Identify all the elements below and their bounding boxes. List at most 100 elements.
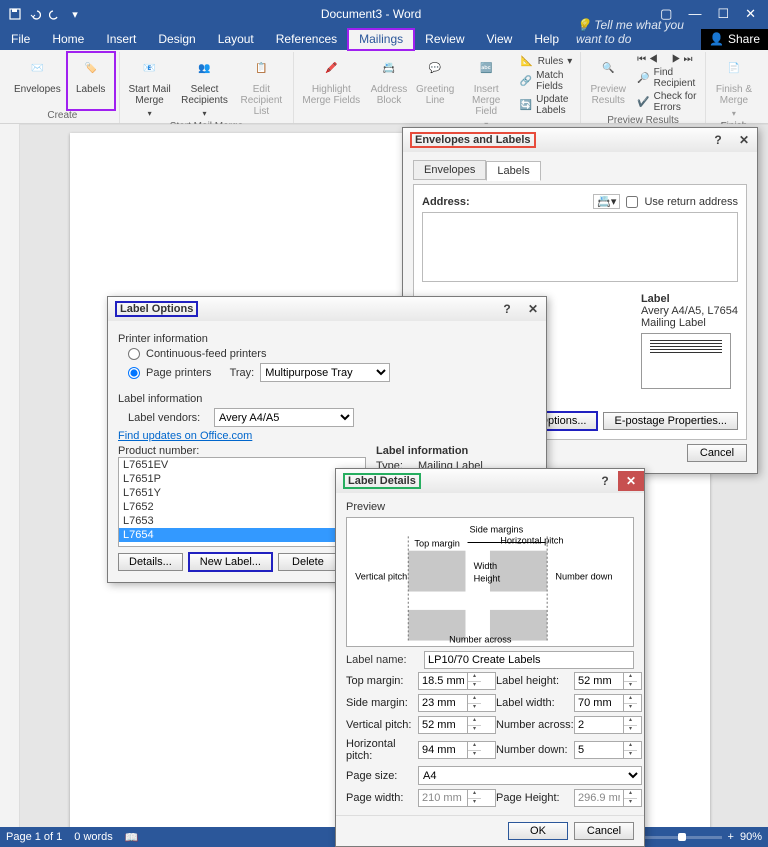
- product-item[interactable]: L7651P: [119, 472, 365, 486]
- side-margin-spinner[interactable]: ▴▾: [418, 694, 496, 712]
- zoom-slider[interactable]: [642, 836, 722, 839]
- edit-recipient-list-button: 📋Edit Recipient List: [234, 52, 290, 121]
- page-printers-radio[interactable]: [128, 367, 140, 379]
- ribbon: ✉️Envelopes 🏷️Labels Create 📧Start Mail …: [0, 50, 768, 124]
- merge-field-icon: 🔤: [472, 54, 500, 82]
- epostage-button[interactable]: E-postage Properties...: [603, 412, 738, 430]
- address-book-icon[interactable]: 📇▾: [593, 194, 620, 209]
- printer-info-label: Printer information: [118, 333, 536, 345]
- label-height-label: Label height:: [496, 675, 574, 687]
- env-cancel-button[interactable]: Cancel: [687, 444, 747, 462]
- vertical-pitch-label: Vertical pitch:: [346, 719, 418, 731]
- tray-select[interactable]: Multipurpose Tray: [260, 363, 390, 382]
- find-icon: 🔎: [637, 71, 649, 85]
- address-textarea[interactable]: [422, 212, 738, 282]
- save-icon[interactable]: [8, 7, 22, 21]
- new-label-button[interactable]: New Label...: [189, 553, 272, 571]
- product-item[interactable]: L7654: [119, 528, 365, 542]
- zoom-in[interactable]: +: [728, 831, 734, 843]
- label-desc-1: Avery A4/A5, L7654: [641, 305, 738, 317]
- label-width-spinner[interactable]: ▴▾: [574, 694, 642, 712]
- dialog-close-icon[interactable]: ✕: [520, 299, 546, 319]
- envelopes-button[interactable]: ✉️Envelopes: [10, 52, 65, 110]
- use-return-checkbox[interactable]: [626, 196, 638, 208]
- label-details-title: Label Details: [344, 474, 420, 488]
- product-listbox[interactable]: L7651EVL7651PL7651YL7652L7653L7654: [118, 457, 366, 547]
- top-margin-spinner[interactable]: ▴▾: [418, 672, 496, 690]
- maximize-icon[interactable]: ☐: [717, 6, 729, 22]
- tab-mailings[interactable]: Mailings: [348, 29, 414, 50]
- start-mail-merge-button[interactable]: 📧Start Mail Merge▾: [124, 52, 176, 121]
- ok-button[interactable]: OK: [508, 822, 568, 840]
- top-margin-label: Top margin:: [346, 675, 418, 687]
- product-item[interactable]: L7653: [119, 514, 365, 528]
- label-width-label: Label width:: [496, 697, 574, 709]
- spellcheck-icon[interactable]: 📖: [125, 831, 139, 844]
- tab-file[interactable]: File: [0, 29, 41, 50]
- status-words[interactable]: 0 words: [74, 831, 113, 843]
- qat-dropdown-icon[interactable]: ▾: [68, 7, 82, 21]
- group-create-label: Create: [47, 110, 77, 123]
- label-name-input[interactable]: [424, 651, 634, 669]
- product-item[interactable]: L7651Y: [119, 486, 365, 500]
- tab-insert[interactable]: Insert: [95, 29, 147, 50]
- details-button[interactable]: Details...: [118, 553, 183, 571]
- horizontal-pitch-spinner[interactable]: ▴▾: [418, 741, 496, 759]
- number-across-spinner[interactable]: ▴▾: [574, 716, 642, 734]
- delete-label-button[interactable]: Delete: [278, 553, 338, 571]
- number-down-spinner[interactable]: ▴▾: [574, 741, 642, 759]
- share-button[interactable]: 👤Share: [701, 29, 768, 50]
- dialog-close-icon[interactable]: ✕: [618, 471, 644, 491]
- labels-button[interactable]: 🏷️Labels: [67, 52, 115, 110]
- label-info-heading: Label information: [118, 393, 536, 405]
- continuous-feed-radio[interactable]: [128, 348, 140, 360]
- update-labels-button: 🔄Update Labels: [520, 94, 573, 116]
- cancel-button[interactable]: Cancel: [574, 822, 634, 840]
- office-updates-link[interactable]: Find updates on Office.com: [118, 430, 252, 442]
- env-lbl-title: Envelopes and Labels: [411, 133, 535, 147]
- recipients-icon: 👥: [190, 54, 218, 82]
- tab-review[interactable]: Review: [414, 29, 475, 50]
- finish-icon: 📄: [720, 54, 748, 82]
- number-across-label: Number across:: [496, 719, 574, 731]
- tab-help[interactable]: Help: [523, 29, 570, 50]
- highlight-icon: 🖍️: [317, 54, 345, 82]
- envelope-icon: ✉️: [23, 54, 51, 82]
- continuous-feed-label: Continuous-feed printers: [146, 348, 266, 360]
- update-icon: 🔄: [520, 98, 532, 112]
- vendors-select[interactable]: Avery A4/A5: [214, 408, 354, 427]
- page-size-label: Page size:: [346, 770, 418, 782]
- vendors-label: Label vendors:: [128, 412, 208, 424]
- envelopes-tab[interactable]: Envelopes: [413, 160, 486, 180]
- label-preview-thumb[interactable]: [641, 333, 731, 389]
- address-block-icon: 📇: [375, 54, 403, 82]
- tab-references[interactable]: References: [265, 29, 348, 50]
- redo-icon[interactable]: [48, 7, 62, 21]
- vertical-pitch-spinner[interactable]: ▴▾: [418, 716, 496, 734]
- select-recipients-button[interactable]: 👥Select Recipients▾: [177, 52, 231, 121]
- tell-me-search[interactable]: 💡 Tell me what you want to do: [570, 15, 701, 50]
- labels-tab[interactable]: Labels: [486, 161, 540, 181]
- tab-layout[interactable]: Layout: [207, 29, 265, 50]
- undo-icon[interactable]: [28, 7, 42, 21]
- close-icon[interactable]: ✕: [745, 6, 756, 22]
- dialog-close-icon[interactable]: ✕: [731, 130, 757, 150]
- help-icon[interactable]: ?: [705, 130, 731, 150]
- product-item[interactable]: L7651EV: [119, 458, 365, 472]
- help-icon[interactable]: ?: [592, 471, 618, 491]
- tab-view[interactable]: View: [476, 29, 524, 50]
- address-label: Address:: [422, 196, 470, 208]
- tab-design[interactable]: Design: [147, 29, 206, 50]
- status-page[interactable]: Page 1 of 1: [6, 831, 62, 843]
- tray-label: Tray:: [230, 367, 255, 379]
- edit-list-icon: 📋: [247, 54, 275, 82]
- zoom-level[interactable]: 90%: [740, 831, 762, 843]
- page-width-label: Page width:: [346, 792, 418, 804]
- tab-home[interactable]: Home: [41, 29, 95, 50]
- help-icon[interactable]: ?: [494, 299, 520, 319]
- product-item[interactable]: L7652: [119, 500, 365, 514]
- label-options-title: Label Options: [116, 302, 197, 316]
- label-height-spinner[interactable]: ▴▾: [574, 672, 642, 690]
- svg-text:Number across: Number across: [449, 635, 512, 645]
- page-size-select[interactable]: A4: [418, 766, 642, 785]
